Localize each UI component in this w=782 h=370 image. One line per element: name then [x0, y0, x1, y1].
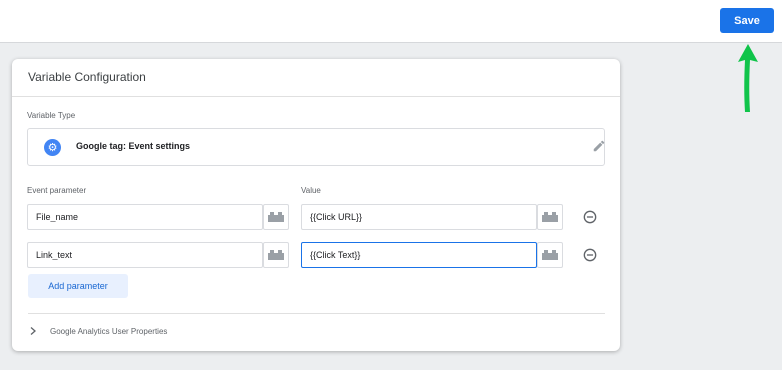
variable-configuration-card: Variable Configuration Variable Type ⚙ G…: [12, 59, 620, 351]
variable-picker-button[interactable]: [537, 242, 563, 268]
value-input[interactable]: [302, 243, 536, 267]
ga-user-properties-label: Google Analytics User Properties: [50, 327, 168, 336]
event-parameter-input[interactable]: [28, 243, 262, 267]
variable-picker-button[interactable]: [263, 242, 289, 268]
add-parameter-button[interactable]: Add parameter: [28, 274, 128, 298]
remove-row-icon[interactable]: [583, 248, 597, 262]
gear-icon: ⚙: [44, 139, 61, 156]
variable-picker-button[interactable]: [263, 204, 289, 230]
save-button[interactable]: Save: [720, 8, 774, 33]
top-toolbar: Save: [0, 0, 782, 43]
card-title: Variable Configuration: [28, 70, 146, 84]
variable-block-icon: [542, 212, 558, 222]
edit-pencil-icon[interactable]: [592, 139, 606, 153]
divider: [28, 313, 605, 314]
event-parameter-input[interactable]: [28, 205, 262, 229]
variable-block-icon: [268, 250, 284, 260]
variable-block-icon: [268, 212, 284, 222]
value-field[interactable]: [301, 242, 537, 268]
event-parameter-label: Event parameter: [27, 186, 87, 195]
remove-row-icon[interactable]: [583, 210, 597, 224]
variable-type-name: Google tag: Event settings: [76, 141, 191, 151]
green-arrow-annotation: [738, 44, 758, 112]
value-label: Value: [301, 186, 321, 195]
variable-type-label: Variable Type: [27, 111, 76, 120]
divider: [12, 96, 620, 97]
value-input[interactable]: [302, 205, 536, 229]
ga-user-properties-section[interactable]: Google Analytics User Properties: [28, 323, 605, 341]
chevron-right-icon: [30, 327, 36, 335]
event-parameter-field[interactable]: [27, 242, 263, 268]
variable-block-icon: [542, 250, 558, 260]
variable-picker-button[interactable]: [537, 204, 563, 230]
value-field[interactable]: [301, 204, 537, 230]
event-parameter-field[interactable]: [27, 204, 263, 230]
variable-type-selector[interactable]: ⚙ Google tag: Event settings: [27, 128, 605, 166]
